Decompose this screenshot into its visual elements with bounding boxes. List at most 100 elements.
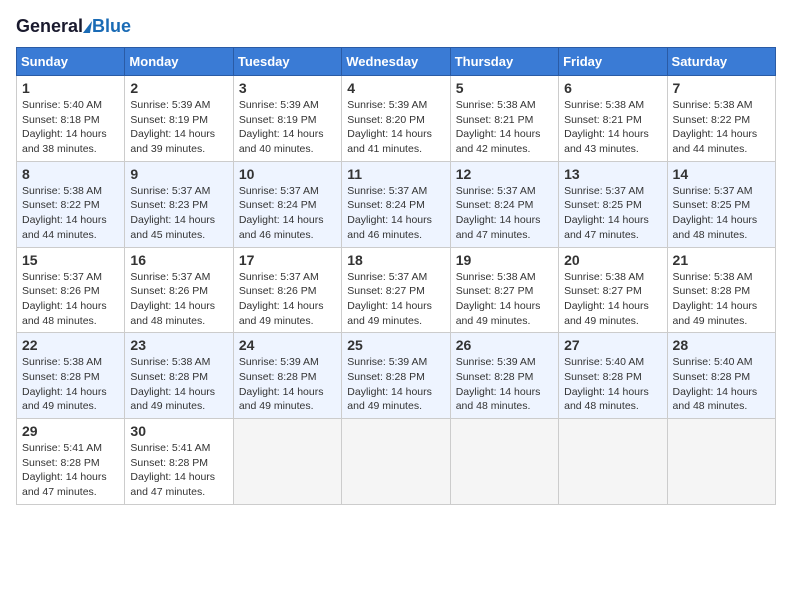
calendar-day-cell: 10Sunrise: 5:37 AMSunset: 8:24 PMDayligh… xyxy=(233,161,341,247)
day-info: Sunrise: 5:40 AMSunset: 8:28 PMDaylight:… xyxy=(673,355,770,414)
calendar-day-cell: 7 Sunrise: 5:38 AMSunset: 8:22 PMDaylight… xyxy=(667,76,775,162)
day-info: Sunrise: 5:38 AMSunset: 8:21 PMDaylight:… xyxy=(564,98,661,157)
day-info: Sunrise: 5:41 AMSunset: 8:28 PMDaylight:… xyxy=(22,441,119,500)
calendar-body: 1 Sunrise: 5:40 AMSunset: 8:18 PMDaylight… xyxy=(17,76,776,505)
calendar-day-cell: 13Sunrise: 5:37 AMSunset: 8:25 PMDayligh… xyxy=(559,161,667,247)
calendar-table: SundayMondayTuesdayWednesdayThursdayFrid… xyxy=(16,47,776,505)
day-number: 4 xyxy=(347,80,444,96)
calendar-day-cell: 26 Sunrise: 5:39 AMSunset: 8:28 PMDayligh… xyxy=(450,333,558,419)
calendar-header-row: SundayMondayTuesdayWednesdayThursdayFrid… xyxy=(17,48,776,76)
calendar-day-cell: 27 Sunrise: 5:40 AMSunset: 8:28 PMDayligh… xyxy=(559,333,667,419)
calendar-day-cell xyxy=(559,419,667,505)
calendar-day-cell xyxy=(233,419,341,505)
calendar-day-cell xyxy=(342,419,450,505)
calendar-day-cell: 15 Sunrise: 5:37 AMSunset: 8:26 PMDayligh… xyxy=(17,247,125,333)
day-number: 25 xyxy=(347,337,444,353)
day-number: 2 xyxy=(130,80,227,96)
calendar-day-cell: 28 Sunrise: 5:40 AMSunset: 8:28 PMDayligh… xyxy=(667,333,775,419)
day-number: 21 xyxy=(673,252,770,268)
calendar-day-cell: 16 Sunrise: 5:37 AMSunset: 8:26 PMDayligh… xyxy=(125,247,233,333)
day-info: Sunrise: 5:39 AMSunset: 8:19 PMDaylight:… xyxy=(130,98,227,157)
calendar-weekday-header: Monday xyxy=(125,48,233,76)
day-info: Sunrise: 5:38 AMSunset: 8:28 PMDaylight:… xyxy=(22,355,119,414)
day-info: Sunrise: 5:37 AMSunset: 8:24 PMDaylight:… xyxy=(347,184,444,243)
day-info: Sunrise: 5:37 AMSunset: 8:24 PMDaylight:… xyxy=(239,184,336,243)
day-number: 9 xyxy=(130,166,227,182)
day-number: 26 xyxy=(456,337,553,353)
day-info: Sunrise: 5:38 AMSunset: 8:22 PMDaylight:… xyxy=(22,184,119,243)
calendar-day-cell xyxy=(450,419,558,505)
calendar-day-cell: 29 Sunrise: 5:41 AMSunset: 8:28 PMDayligh… xyxy=(17,419,125,505)
day-info: Sunrise: 5:37 AMSunset: 8:26 PMDaylight:… xyxy=(239,270,336,329)
day-info: Sunrise: 5:39 AMSunset: 8:28 PMDaylight:… xyxy=(456,355,553,414)
day-info: Sunrise: 5:38 AMSunset: 8:22 PMDaylight:… xyxy=(673,98,770,157)
day-number: 16 xyxy=(130,252,227,268)
calendar-day-cell xyxy=(667,419,775,505)
day-info: Sunrise: 5:37 AMSunset: 8:27 PMDaylight:… xyxy=(347,270,444,329)
day-info: Sunrise: 5:40 AMSunset: 8:18 PMDaylight:… xyxy=(22,98,119,157)
day-number: 14 xyxy=(673,166,770,182)
calendar-day-cell: 11 Sunrise: 5:37 AMSunset: 8:24 PMDayligh… xyxy=(342,161,450,247)
calendar-weekday-header: Friday xyxy=(559,48,667,76)
calendar-day-cell: 24 Sunrise: 5:39 AMSunset: 8:28 PMDayligh… xyxy=(233,333,341,419)
day-number: 7 xyxy=(673,80,770,96)
day-info: Sunrise: 5:37 AMSunset: 8:25 PMDaylight:… xyxy=(673,184,770,243)
day-number: 1 xyxy=(22,80,119,96)
day-info: Sunrise: 5:38 AMSunset: 8:27 PMDaylight:… xyxy=(456,270,553,329)
day-number: 11 xyxy=(347,166,444,182)
calendar-day-cell: 4 Sunrise: 5:39 AMSunset: 8:20 PMDaylight… xyxy=(342,76,450,162)
day-info: Sunrise: 5:38 AMSunset: 8:28 PMDaylight:… xyxy=(673,270,770,329)
calendar-day-cell: 23 Sunrise: 5:38 AMSunset: 8:28 PMDayligh… xyxy=(125,333,233,419)
day-info: Sunrise: 5:40 AMSunset: 8:28 PMDaylight:… xyxy=(564,355,661,414)
day-number: 27 xyxy=(564,337,661,353)
day-info: Sunrise: 5:39 AMSunset: 8:20 PMDaylight:… xyxy=(347,98,444,157)
page-header: General Blue xyxy=(16,16,776,37)
day-number: 15 xyxy=(22,252,119,268)
calendar-day-cell: 18 Sunrise: 5:37 AMSunset: 8:27 PMDayligh… xyxy=(342,247,450,333)
day-info: Sunrise: 5:37 AMSunset: 8:23 PMDaylight:… xyxy=(130,184,227,243)
day-number: 20 xyxy=(564,252,661,268)
calendar-day-cell: 25 Sunrise: 5:39 AMSunset: 8:28 PMDayligh… xyxy=(342,333,450,419)
calendar-day-cell: 1 Sunrise: 5:40 AMSunset: 8:18 PMDaylight… xyxy=(17,76,125,162)
day-info: Sunrise: 5:39 AMSunset: 8:28 PMDaylight:… xyxy=(239,355,336,414)
calendar-day-cell: 5Sunrise: 5:38 AMSunset: 8:21 PMDaylight… xyxy=(450,76,558,162)
calendar-week-row: 29 Sunrise: 5:41 AMSunset: 8:28 PMDayligh… xyxy=(17,419,776,505)
calendar-weekday-header: Thursday xyxy=(450,48,558,76)
calendar-day-cell: 9 Sunrise: 5:37 AMSunset: 8:23 PMDaylight… xyxy=(125,161,233,247)
calendar-day-cell: 3Sunrise: 5:39 AMSunset: 8:19 PMDaylight… xyxy=(233,76,341,162)
calendar-weekday-header: Sunday xyxy=(17,48,125,76)
calendar-day-cell: 6Sunrise: 5:38 AMSunset: 8:21 PMDaylight… xyxy=(559,76,667,162)
day-number: 18 xyxy=(347,252,444,268)
calendar-day-cell: 22 Sunrise: 5:38 AMSunset: 8:28 PMDayligh… xyxy=(17,333,125,419)
logo-blue-text: Blue xyxy=(92,16,131,37)
calendar-week-row: 15 Sunrise: 5:37 AMSunset: 8:26 PMDayligh… xyxy=(17,247,776,333)
calendar-day-cell: 12Sunrise: 5:37 AMSunset: 8:24 PMDayligh… xyxy=(450,161,558,247)
calendar-day-cell: 14 Sunrise: 5:37 AMSunset: 8:25 PMDayligh… xyxy=(667,161,775,247)
calendar-weekday-header: Tuesday xyxy=(233,48,341,76)
day-number: 3 xyxy=(239,80,336,96)
calendar-weekday-header: Wednesday xyxy=(342,48,450,76)
day-info: Sunrise: 5:39 AMSunset: 8:28 PMDaylight:… xyxy=(347,355,444,414)
calendar-week-row: 22 Sunrise: 5:38 AMSunset: 8:28 PMDayligh… xyxy=(17,333,776,419)
calendar-week-row: 8 Sunrise: 5:38 AMSunset: 8:22 PMDaylight… xyxy=(17,161,776,247)
day-info: Sunrise: 5:37 AMSunset: 8:26 PMDaylight:… xyxy=(22,270,119,329)
day-info: Sunrise: 5:38 AMSunset: 8:27 PMDaylight:… xyxy=(564,270,661,329)
calendar-day-cell: 17Sunrise: 5:37 AMSunset: 8:26 PMDayligh… xyxy=(233,247,341,333)
calendar-day-cell: 8 Sunrise: 5:38 AMSunset: 8:22 PMDaylight… xyxy=(17,161,125,247)
day-number: 22 xyxy=(22,337,119,353)
day-info: Sunrise: 5:37 AMSunset: 8:24 PMDaylight:… xyxy=(456,184,553,243)
day-number: 24 xyxy=(239,337,336,353)
day-number: 28 xyxy=(673,337,770,353)
day-info: Sunrise: 5:38 AMSunset: 8:21 PMDaylight:… xyxy=(456,98,553,157)
day-info: Sunrise: 5:37 AMSunset: 8:25 PMDaylight:… xyxy=(564,184,661,243)
day-number: 30 xyxy=(130,423,227,439)
day-info: Sunrise: 5:37 AMSunset: 8:26 PMDaylight:… xyxy=(130,270,227,329)
day-info: Sunrise: 5:38 AMSunset: 8:28 PMDaylight:… xyxy=(130,355,227,414)
day-number: 29 xyxy=(22,423,119,439)
calendar-day-cell: 2 Sunrise: 5:39 AMSunset: 8:19 PMDaylight… xyxy=(125,76,233,162)
day-number: 8 xyxy=(22,166,119,182)
day-number: 23 xyxy=(130,337,227,353)
logo-general-text: General xyxy=(16,16,83,37)
calendar-day-cell: 30Sunrise: 5:41 AMSunset: 8:28 PMDayligh… xyxy=(125,419,233,505)
calendar-day-cell: 21 Sunrise: 5:38 AMSunset: 8:28 PMDayligh… xyxy=(667,247,775,333)
